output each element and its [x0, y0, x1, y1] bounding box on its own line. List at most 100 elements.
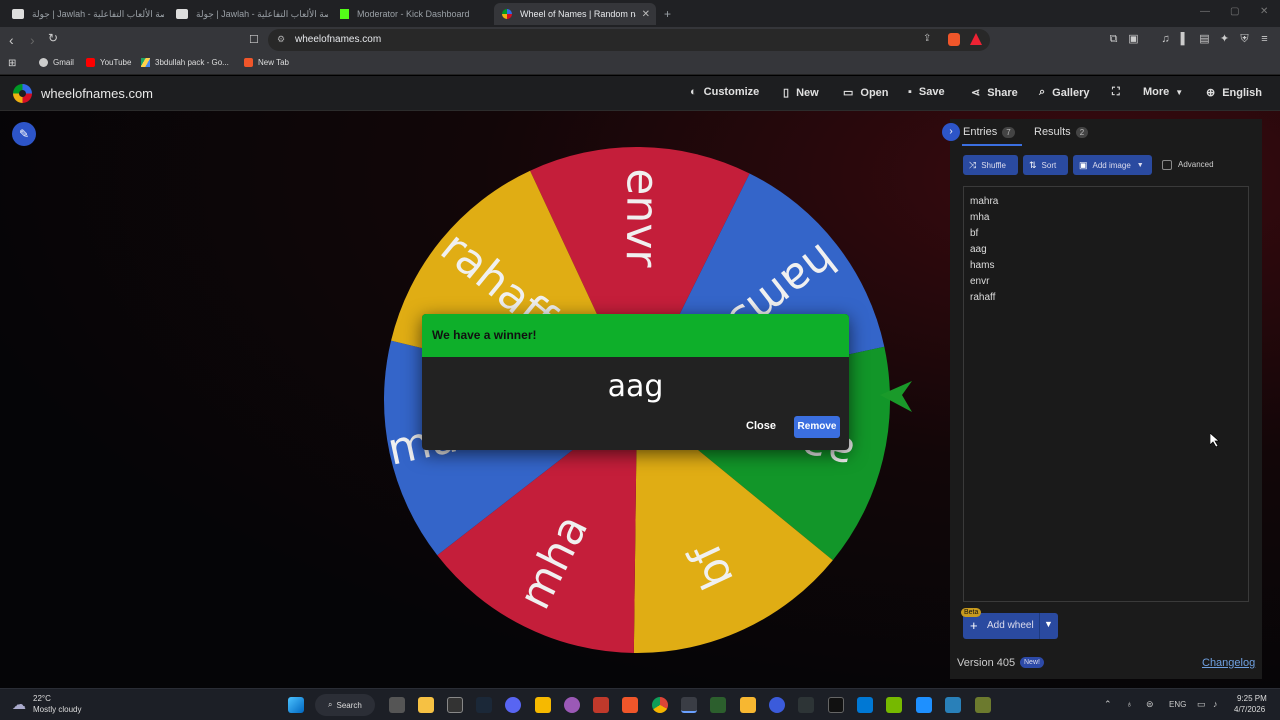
nvidia-icon[interactable]: [886, 697, 902, 713]
menu-share[interactable]: ⋖ Share: [971, 86, 1018, 100]
display-icon[interactable]: ▭: [1197, 699, 1206, 710]
apps-grid-icon[interactable]: ⊞: [8, 58, 16, 69]
app-purple-icon[interactable]: [564, 697, 580, 713]
app-lightning-icon[interactable]: [740, 697, 756, 713]
fullscreen-button[interactable]: ⛶: [1112, 86, 1127, 99]
menu-more[interactable]: More ▼: [1143, 86, 1183, 98]
clock-date[interactable]: 4/7/2026: [1234, 705, 1265, 714]
edge-icon[interactable]: [857, 697, 873, 713]
tray-overflow-icon[interactable]: ⌃: [1104, 699, 1112, 710]
shuffle-button[interactable]: ⤨ Shuffle: [963, 155, 1018, 175]
bookmark-icon[interactable]: ☐: [249, 33, 259, 46]
steam-icon[interactable]: [476, 697, 492, 713]
bookmark-youtube[interactable]: YouTube: [86, 58, 131, 67]
menu-gallery[interactable]: ⌕ Gallery: [1039, 86, 1089, 99]
sort-button[interactable]: ⇅ Sort: [1023, 155, 1068, 175]
menu-new[interactable]: ▯ New: [783, 86, 819, 100]
list-item: mha: [970, 212, 990, 223]
add-image-label: Add image: [1092, 160, 1131, 170]
menu-open[interactable]: ▭ Open: [843, 86, 889, 100]
browser-tab-jawlah-1[interactable]: جولة | Jawlah - منصة الألعاب التفاعلية: [4, 3, 164, 25]
gmail-icon: [39, 58, 48, 67]
menu-label: Save: [918, 86, 945, 98]
brave-icon: [244, 58, 253, 67]
clock-time[interactable]: 9:25 PM: [1237, 694, 1267, 703]
back-icon[interactable]: ‹: [9, 32, 14, 48]
brave-shields-icon[interactable]: [948, 33, 960, 46]
collapse-panel-button[interactable]: ›: [942, 123, 960, 141]
bookmark-drive[interactable]: 3bdullah pack - Go...: [141, 58, 229, 67]
start-windows-icon[interactable]: [288, 697, 304, 713]
chrome-icon[interactable]: [652, 697, 668, 713]
bookmark-new-tab[interactable]: New Tab: [244, 58, 289, 67]
taskbar-search-button[interactable]: ⌕ Search: [315, 694, 375, 716]
tab-results[interactable]: Results 2: [1034, 126, 1089, 138]
app-shield-icon[interactable]: [975, 697, 991, 713]
forward-icon[interactable]: ›: [30, 32, 35, 48]
site-info-icon[interactable]: ⚙: [277, 34, 285, 45]
browser-tab-wheel-of-names[interactable]: Wheel of Names | Random name picker ✕: [494, 3, 656, 25]
menu-language[interactable]: ⊕ English: [1206, 86, 1262, 100]
app-r-icon[interactable]: [535, 697, 551, 713]
site-title[interactable]: wheelofnames.com: [41, 86, 153, 101]
app-pen-icon[interactable]: [945, 697, 961, 713]
wheel-logo-icon[interactable]: [13, 84, 32, 103]
close-button[interactable]: Close: [746, 420, 776, 432]
file-explorer-icon[interactable]: [418, 697, 434, 713]
url-field[interactable]: ⚙ wheelofnames.com ⇪: [268, 29, 990, 51]
app-blue-icon[interactable]: [769, 697, 785, 713]
changelog-link[interactable]: Changelog: [1202, 657, 1255, 669]
new-tab-button[interactable]: +: [660, 3, 680, 25]
language-indicator[interactable]: ENG: [1169, 700, 1186, 709]
weather-cloud-icon[interactable]: ☁: [12, 696, 26, 713]
task-view-icon[interactable]: [389, 697, 405, 713]
window-close-icon[interactable]: ✕: [1260, 6, 1268, 17]
vpn-icon[interactable]: ⛨: [1238, 33, 1251, 46]
tab-entries[interactable]: Entries 7: [963, 126, 1015, 138]
remove-button[interactable]: Remove: [794, 416, 840, 438]
add-image-button[interactable]: ▣ Add image ▼: [1073, 155, 1152, 175]
media-icon[interactable]: ♫: [1159, 33, 1172, 46]
bookmark-gmail[interactable]: Gmail: [39, 58, 74, 67]
advanced-checkbox[interactable]: [1162, 160, 1172, 170]
bookmarks-bar: ⊞ Gmail YouTube 3bdullah pack - Go... Ne…: [0, 53, 1280, 75]
caret-down-icon: ▼: [1175, 87, 1184, 97]
app-dark-icon[interactable]: [798, 697, 814, 713]
terminal-icon[interactable]: [447, 697, 463, 713]
browser-tab-jawlah-2[interactable]: جولة | Jawlah - منصة الألعاب التفاعلية: [168, 3, 328, 25]
wallet-icon[interactable]: ▤: [1198, 33, 1211, 46]
app-red-icon[interactable]: [593, 697, 609, 713]
screenshot-icon[interactable]: ▣: [1127, 33, 1140, 46]
caret-down-icon[interactable]: ▼: [1044, 619, 1053, 629]
entries-textarea[interactable]: mahra mha bf aag hams envr rahaff: [963, 186, 1249, 602]
extensions-icon[interactable]: ⧉: [1107, 33, 1120, 46]
edit-pencil-button[interactable]: ✎: [12, 122, 36, 146]
brave-taskbar-icon[interactable]: [622, 697, 638, 713]
menu-save[interactable]: ▪ Save: [908, 86, 945, 98]
browser-menu-icon[interactable]: ≡: [1258, 33, 1271, 46]
leo-ai-icon[interactable]: ✦: [1218, 33, 1231, 46]
menu-customize[interactable]: ◐ Customize: [690, 86, 759, 98]
tab-title: جولة | Jawlah - منصة الألعاب التفاعلية: [32, 8, 164, 19]
maximize-icon[interactable]: ▢: [1230, 6, 1239, 17]
reload-icon[interactable]: ↻: [48, 31, 58, 45]
search-icon: ⌕: [328, 700, 333, 709]
brave-rewards-icon[interactable]: [970, 33, 982, 45]
close-tab-icon[interactable]: ✕: [642, 9, 650, 20]
menu-label: New: [796, 86, 819, 99]
network-icon[interactable]: ⊜: [1146, 699, 1154, 710]
app-blue-square-icon[interactable]: [916, 697, 932, 713]
discord-icon[interactable]: [505, 697, 521, 713]
active-app-icon[interactable]: [681, 697, 697, 713]
app-green-icon[interactable]: [710, 697, 726, 713]
chevron-right-icon: ›: [949, 126, 953, 137]
share-page-icon[interactable]: ⇪: [923, 33, 931, 44]
folder-open-icon: ▭: [843, 87, 854, 99]
browser-tab-kick[interactable]: Moderator - Kick Dashboard: [332, 3, 492, 25]
microphone-icon[interactable]: ♁: [1126, 699, 1133, 709]
sidebar-icon[interactable]: ▌: [1178, 33, 1191, 46]
new-badge: New!: [1020, 657, 1044, 668]
minimize-icon[interactable]: —: [1200, 6, 1210, 17]
app-m-icon[interactable]: [828, 697, 844, 713]
volume-icon[interactable]: ♪: [1213, 699, 1218, 709]
